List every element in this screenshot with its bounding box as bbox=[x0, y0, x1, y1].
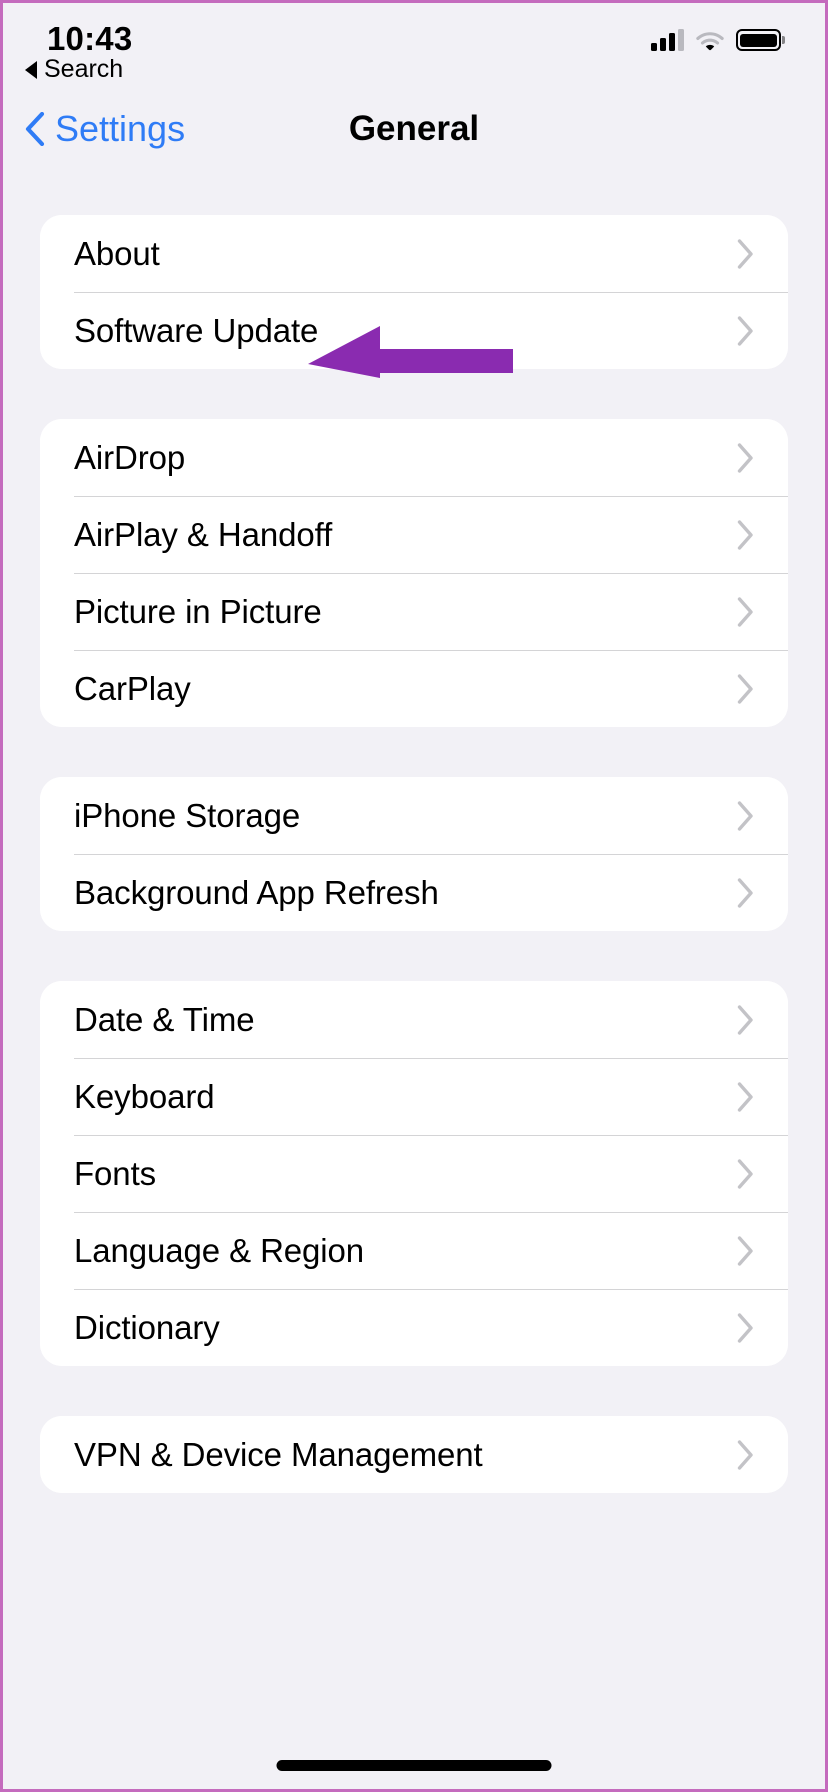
status-bar-icons bbox=[651, 17, 781, 51]
chevron-right-icon bbox=[737, 1439, 753, 1470]
navigation-bar: Settings General bbox=[3, 98, 825, 160]
wifi-icon bbox=[696, 32, 724, 51]
chevron-right-icon bbox=[737, 1081, 753, 1112]
settings-group-5: VPN & Device Management bbox=[40, 1416, 788, 1493]
settings-row-fonts[interactable]: Fonts bbox=[40, 1135, 788, 1212]
row-label: iPhone Storage bbox=[74, 796, 301, 834]
chevron-right-icon bbox=[737, 800, 753, 831]
chevron-right-icon bbox=[737, 315, 753, 346]
row-label: Picture in Picture bbox=[74, 592, 322, 630]
settings-row-iphone-storage[interactable]: iPhone Storage bbox=[40, 777, 788, 854]
settings-row-airplay-handoff[interactable]: AirPlay & Handoff bbox=[40, 496, 788, 573]
row-label: Date & Time bbox=[74, 1000, 255, 1038]
page-title: General bbox=[348, 109, 480, 148]
row-label: AirDrop bbox=[74, 438, 186, 476]
back-to-search-button[interactable]: Search bbox=[25, 55, 123, 84]
settings-row-software-update[interactable]: Software Update bbox=[40, 292, 788, 369]
row-label: Dictionary bbox=[74, 1308, 220, 1346]
chevron-right-icon bbox=[737, 519, 753, 550]
chevron-right-icon bbox=[737, 442, 753, 473]
status-bar-time: 10:43 bbox=[47, 20, 133, 57]
row-label: Software Update bbox=[74, 311, 319, 349]
iphone-screenshot: 10:43 Search Settings General About Soft… bbox=[0, 0, 828, 1792]
settings-group-3: iPhone Storage Background App Refresh bbox=[40, 777, 788, 931]
row-label: About bbox=[74, 234, 160, 272]
chevron-right-icon bbox=[737, 238, 753, 269]
status-bar: 10:43 bbox=[3, 3, 825, 65]
chevron-right-icon bbox=[737, 1235, 753, 1266]
settings-row-language-region[interactable]: Language & Region bbox=[40, 1212, 788, 1289]
row-label: AirPlay & Handoff bbox=[74, 515, 333, 553]
settings-group-4: Date & Time Keyboard Fonts Language & Re… bbox=[40, 981, 788, 1366]
battery-full-icon bbox=[736, 29, 781, 51]
chevron-right-icon bbox=[737, 1004, 753, 1035]
settings-row-about[interactable]: About bbox=[40, 215, 788, 292]
chevron-right-icon bbox=[737, 1158, 753, 1189]
home-indicator-bar bbox=[276, 1760, 552, 1771]
back-triangle-icon bbox=[25, 60, 37, 79]
cellular-signal-icon bbox=[651, 29, 684, 51]
chevron-right-icon bbox=[737, 877, 753, 908]
settings-list: About Software Update AirDrop AirPlay & … bbox=[3, 183, 825, 1789]
settings-group-2: AirDrop AirPlay & Handoff Picture in Pic… bbox=[40, 419, 788, 727]
chevron-right-icon bbox=[737, 596, 753, 627]
chevron-right-icon bbox=[737, 1312, 753, 1343]
chevron-right-icon bbox=[737, 673, 753, 704]
settings-row-keyboard[interactable]: Keyboard bbox=[40, 1058, 788, 1135]
settings-row-vpn-device-management[interactable]: VPN & Device Management bbox=[40, 1416, 788, 1493]
row-label: VPN & Device Management bbox=[74, 1435, 483, 1473]
settings-group-1: About Software Update bbox=[40, 215, 788, 369]
settings-row-airdrop[interactable]: AirDrop bbox=[40, 419, 788, 496]
row-label: CarPlay bbox=[74, 669, 191, 707]
back-to-search-label: Search bbox=[44, 55, 124, 83]
settings-row-date-time[interactable]: Date & Time bbox=[40, 981, 788, 1058]
settings-row-background-app-refresh[interactable]: Background App Refresh bbox=[40, 854, 788, 931]
settings-row-dictionary[interactable]: Dictionary bbox=[40, 1289, 788, 1366]
settings-row-carplay[interactable]: CarPlay bbox=[40, 650, 788, 727]
row-label: Background App Refresh bbox=[74, 873, 439, 911]
settings-row-picture-in-picture[interactable]: Picture in Picture bbox=[40, 573, 788, 650]
row-label: Keyboard bbox=[74, 1077, 215, 1115]
row-label: Language & Region bbox=[74, 1231, 365, 1269]
row-label: Fonts bbox=[74, 1154, 157, 1192]
